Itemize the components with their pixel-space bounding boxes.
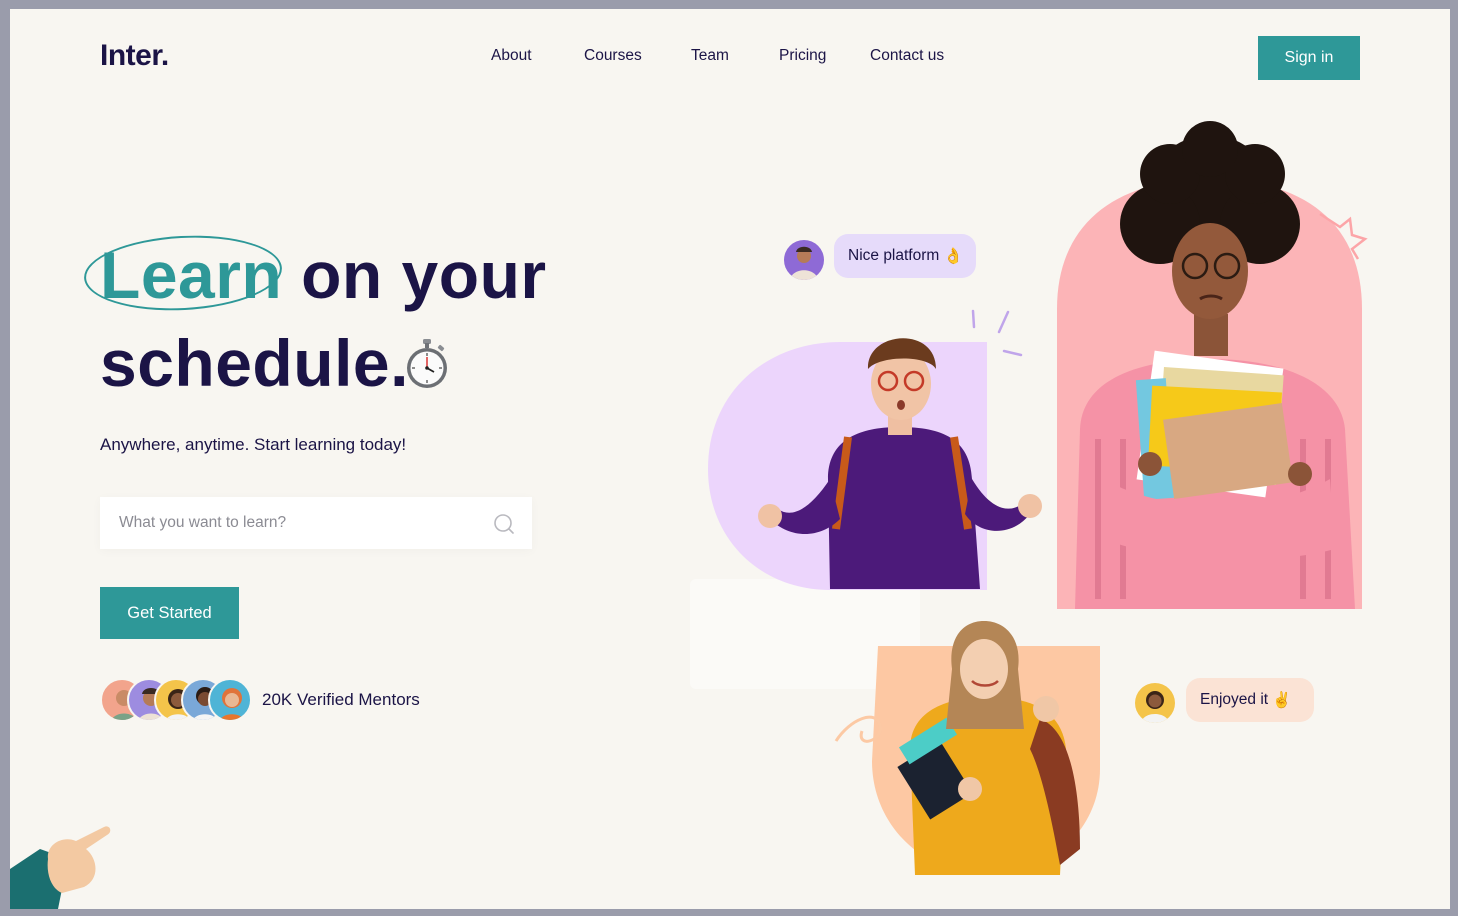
landing-page: Inter. About Courses Team Pricing Contac… bbox=[10, 9, 1450, 909]
hero-illustration bbox=[10, 121, 1368, 909]
testimonial-avatar bbox=[1135, 683, 1175, 723]
testimonial-bubble-enjoyed: Enjoyed it ✌️ bbox=[1186, 678, 1314, 722]
testimonial-text: Enjoyed it bbox=[1200, 691, 1269, 708]
testimonial-avatar bbox=[784, 240, 824, 280]
testimonial-bubble-nice: Nice platform 👌 bbox=[834, 234, 976, 278]
victory-hand-icon: ✌️ bbox=[1272, 691, 1292, 709]
pointing-hand-icon bbox=[10, 826, 111, 909]
ok-hand-icon: 👌 bbox=[943, 247, 963, 265]
testimonial-text: Nice platform bbox=[848, 247, 940, 264]
